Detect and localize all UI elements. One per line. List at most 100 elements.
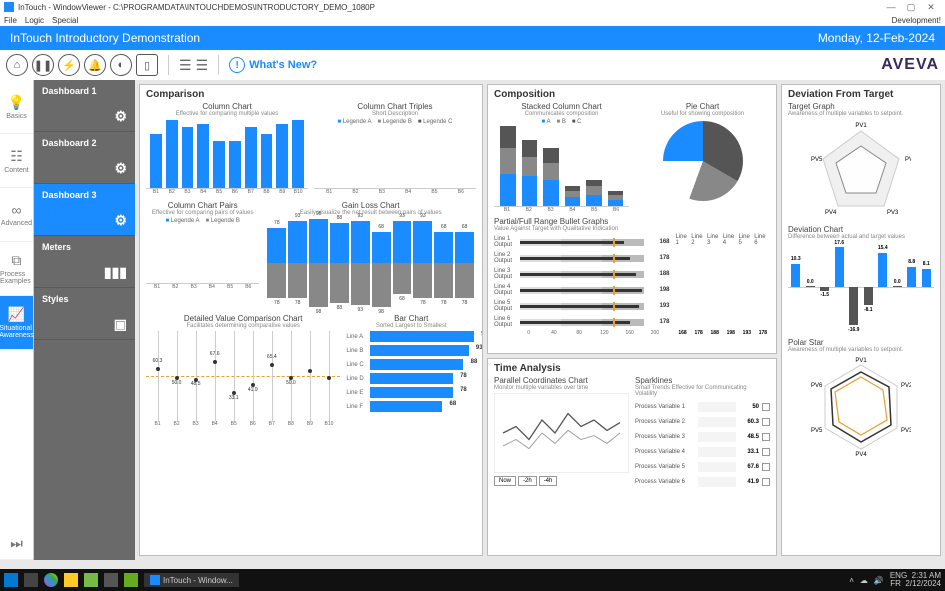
expand-icon[interactable] <box>762 433 770 441</box>
app-icon[interactable] <box>124 573 138 587</box>
panel-title: Comparison <box>146 89 476 100</box>
window-titlebar: InTouch - WindowViewer - C:\PROGRAMDATA\… <box>0 0 945 14</box>
deviation-panel: Deviation From Target Target Graph Aware… <box>781 84 941 556</box>
svg-text:PV3: PV3 <box>901 428 911 434</box>
expand-icon[interactable] <box>762 403 770 411</box>
chart-subtitle: Awareness of multiple variables to setpo… <box>788 347 934 353</box>
align-left-alt-icon[interactable]: ☰ <box>196 57 209 74</box>
comparison-panel: Comparison Column Chart Effective for co… <box>139 84 483 556</box>
header-date: Monday, 12-Feb-2024 <box>818 31 935 45</box>
link-icon: ∞ <box>12 202 22 218</box>
sidebar-dashboard-2[interactable]: Dashboard 2⚙ <box>34 132 135 184</box>
tray-icon[interactable]: 🔊 <box>874 576 884 585</box>
expand-icon[interactable] <box>762 478 770 486</box>
bolt-icon[interactable]: ⚡ <box>58 54 80 76</box>
chrome-icon[interactable] <box>44 573 58 587</box>
aveva-logo: AVEVA <box>881 56 939 74</box>
expand-icon[interactable] <box>762 448 770 456</box>
bulb-icon: 💡 <box>8 94 25 111</box>
expand-icon[interactable] <box>762 463 770 471</box>
svg-text:PV2: PV2 <box>901 383 911 389</box>
align-left-icon[interactable]: ☰ <box>179 57 192 74</box>
chart-title: Pie Chart <box>635 102 770 111</box>
sidebar-dashboard-3[interactable]: Dashboard 3⚙ <box>34 184 135 236</box>
chart-title: Column Chart Triples <box>314 102 476 111</box>
chart-subtitle: Difference between actual and target val… <box>788 234 934 240</box>
bell-icon[interactable]: 🔔 <box>84 54 106 76</box>
column-chart-pairs <box>146 226 259 284</box>
home-icon[interactable]: ⌂ <box>6 54 28 76</box>
tray-up-icon[interactable]: ˄ <box>849 576 854 585</box>
chart-subtitle: Value Against Target with Qualitative In… <box>494 226 770 232</box>
svg-text:PV1: PV1 <box>855 123 867 129</box>
nav-situational[interactable]: 📈Situational Awareness <box>0 296 33 350</box>
vertical-bullet-graphs: Line 1Line 2Line 3Line 4Line 5Line 6 168… <box>676 234 771 336</box>
sidebar-meters[interactable]: Meters▮▮▮ <box>34 236 135 288</box>
chart-title: Gain Loss Chart <box>265 201 476 210</box>
gain-loss-chart: 7878 9378 9898 8888 9393 6898 9368 9378 … <box>265 218 476 308</box>
chart-title: Sparklines <box>635 376 770 385</box>
layers-icon: ☷ <box>10 148 23 165</box>
nav-content[interactable]: ☷Content <box>0 134 33 188</box>
expand-icon[interactable] <box>762 418 770 426</box>
start-button[interactable] <box>4 573 18 587</box>
app-header: InTouch Introductory Demonstration Monda… <box>0 26 945 50</box>
sidebar-dashboard-1[interactable]: Dashboard 1⚙ <box>34 80 135 132</box>
horizontal-bar-chart: Line A98 Line B93 Line C88 Line D78 Line… <box>346 331 476 412</box>
chart-icon: 📈 <box>8 306 25 323</box>
tray-icon[interactable]: ☁ <box>860 576 868 585</box>
svg-text:PV1: PV1 <box>855 358 867 364</box>
svg-text:PV5: PV5 <box>811 428 823 434</box>
styles-icon: ▣ <box>114 316 127 333</box>
taskbar-app-intouch[interactable]: InTouch - Window... <box>144 573 239 587</box>
sidebar-styles[interactable]: Styles▣ <box>34 288 135 340</box>
app-icon[interactable] <box>104 573 118 587</box>
contrast-icon[interactable]: ◐ <box>110 54 132 76</box>
device-icon[interactable]: ▯ <box>136 54 158 76</box>
panel-title: Composition <box>494 89 770 100</box>
app-name: InTouch - WindowViewer <box>18 3 106 12</box>
chart-title: Bar Chart <box>346 314 476 323</box>
app-icon <box>4 2 14 12</box>
minimize-button[interactable]: — <box>881 2 901 12</box>
svg-text:PV5: PV5 <box>811 157 823 163</box>
svg-text:PV6: PV6 <box>811 383 823 389</box>
chart-subtitle: Effective for comparing pairs of values <box>146 210 259 216</box>
time-4h-button[interactable]: -4h <box>539 476 558 486</box>
lang-indicator[interactable]: FR <box>890 579 901 588</box>
panel-title: Deviation From Target <box>788 89 934 100</box>
menu-file[interactable]: File <box>4 16 17 25</box>
sidebar: Dashboard 1⚙ Dashboard 2⚙ Dashboard 3⚙ M… <box>34 80 135 560</box>
nav-process[interactable]: ⧉Process Examples <box>0 242 33 296</box>
svg-text:PV4: PV4 <box>825 210 837 216</box>
app-icon[interactable] <box>84 573 98 587</box>
chart-subtitle: Awareness of multiple variables to setpo… <box>788 111 934 117</box>
dash-icon: ⚙ <box>114 108 127 125</box>
time-2h-button[interactable]: -2h <box>518 476 537 486</box>
nav-basics[interactable]: 💡Basics <box>0 80 33 134</box>
target-radar-chart: PV1 PV2 PV3 PV4 PV5 <box>811 121 911 221</box>
whats-new-link[interactable]: ! What's New? <box>229 57 317 73</box>
chart-title: Stacked Column Chart <box>494 102 629 111</box>
windows-taskbar: InTouch - Window... ˄ ☁ 🔊 ENG 2:31 AM FR… <box>0 569 945 591</box>
clock-date[interactable]: 2/12/2024 <box>905 579 941 588</box>
horizontal-bullet-graphs: Line 1Output168 Line 2Output178 Line 3Ou… <box>494 234 670 336</box>
chart-title: Deviation Chart <box>788 225 934 234</box>
window-path: C:\PROGRAMDATA\INTOUCHDEMOS\INTRODUCTORY… <box>113 3 375 12</box>
time-now-button[interactable]: Now <box>494 476 516 486</box>
nav-advanced[interactable]: ∞Advanced <box>0 188 33 242</box>
maximize-button[interactable]: ▢ <box>901 2 921 13</box>
deviation-chart: 10.3 0.0 -1.5 17.6 -16.9 -8.1 15.4 0.0 8… <box>788 242 934 332</box>
panel-title: Time Analysis <box>494 363 770 374</box>
chart-subtitle: Communicates composition <box>494 111 629 117</box>
search-icon[interactable] <box>24 573 38 587</box>
composition-panel: Composition Stacked Column Chart Communi… <box>487 84 777 354</box>
pause-icon[interactable]: ❚❚ <box>32 54 54 76</box>
explorer-icon[interactable] <box>64 573 78 587</box>
menu-special[interactable]: Special <box>52 16 78 25</box>
close-button[interactable]: ✕ <box>921 2 941 13</box>
nav-collapse[interactable]: ⏭ <box>0 530 33 560</box>
chart-subtitle: Short Description <box>314 111 476 117</box>
menu-logic[interactable]: Logic <box>25 16 44 25</box>
chart-title: Column Chart Pairs <box>146 201 259 210</box>
